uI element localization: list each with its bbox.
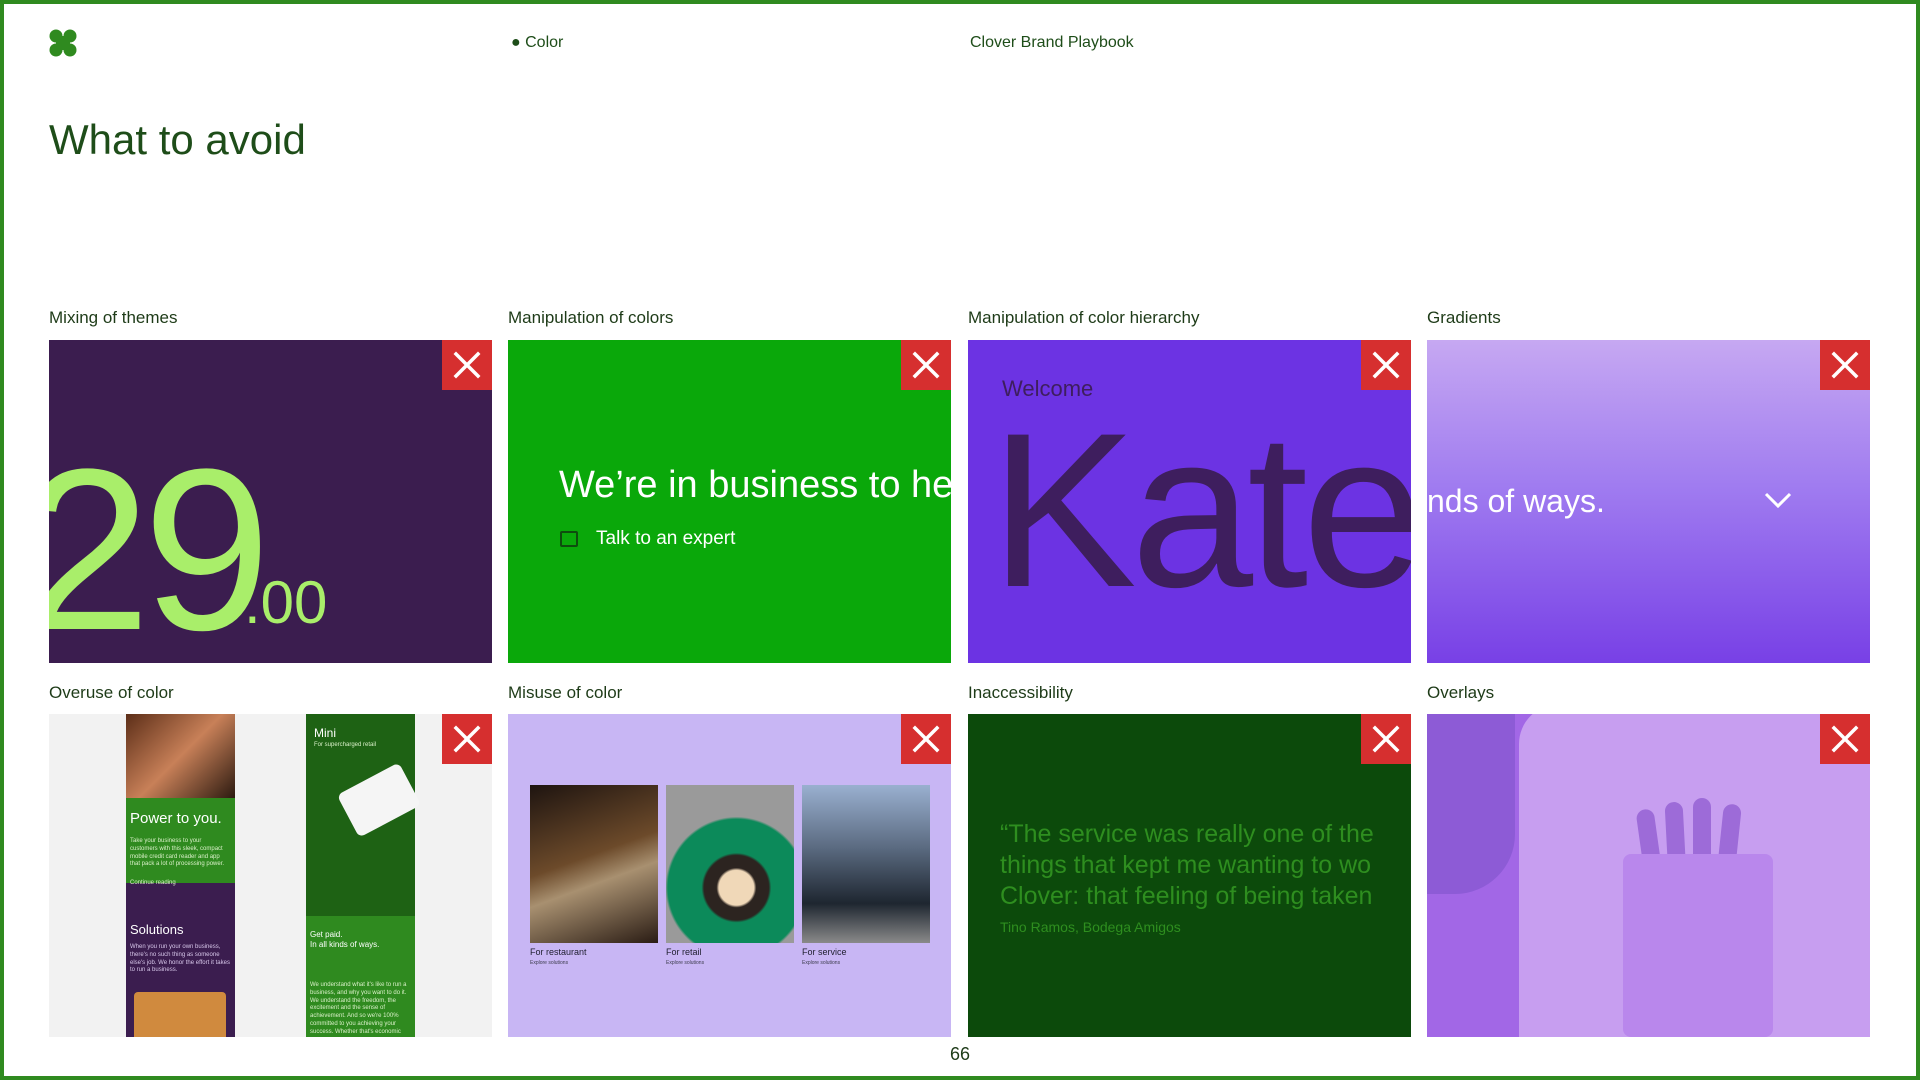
x-icon <box>1372 351 1400 379</box>
photo-caption: For retail <box>666 947 702 957</box>
price-cents: .00 <box>244 569 328 636</box>
quote-line: Clover: that feeling of being taken <box>1000 882 1373 910</box>
mockup-heading: Solutions <box>130 922 184 937</box>
page-title: What to avoid <box>49 116 306 163</box>
example-thumbnail-manipulation-of-colors: We’re in business to he Talk to an exper… <box>508 340 951 663</box>
photo-link: Explore solutions <box>802 960 841 966</box>
page-number: 66 <box>949 1044 971 1064</box>
x-icon <box>453 351 481 379</box>
sample-text: nds of ways. <box>1427 483 1605 519</box>
mobile-mockup-left: Power to you. Take your business to your… <box>126 714 235 1037</box>
avoid-badge <box>442 714 492 764</box>
example-thumbnail-overlays <box>1427 714 1870 1037</box>
avoid-badge <box>1361 340 1411 390</box>
avoid-badge <box>1361 714 1411 764</box>
x-icon <box>912 351 940 379</box>
sample-name: Kate <box>990 387 1411 633</box>
example-label: Overlays <box>1427 683 1495 702</box>
mockup-body: When you run your own business, there's … <box>130 944 230 974</box>
photo-caption: For service <box>802 947 847 957</box>
sample-headline: We’re in business to he <box>559 464 951 506</box>
example-thumbnail-misuse-of-color: For restaurant For retail For service Ex… <box>508 714 951 1037</box>
example-label: Manipulation of color hierarchy <box>968 308 1200 327</box>
mockup-heading: Mini <box>314 726 337 740</box>
photo-retail <box>666 785 794 943</box>
clover-logo-icon <box>49 29 77 57</box>
x-icon <box>1831 725 1859 753</box>
example-label: Overuse of color <box>49 683 174 702</box>
mockup-subheading: For supercharged retail <box>314 742 377 748</box>
sample-cta: Talk to an expert <box>596 528 736 549</box>
quote-author: Tino Ramos, Bodega Amigos <box>1000 919 1181 935</box>
mockup-link: Continue reading <box>130 880 176 886</box>
photo <box>126 714 235 798</box>
chevron-down-icon <box>1764 492 1792 509</box>
photo-restaurant <box>530 785 658 943</box>
photo-shadow <box>1427 714 1515 894</box>
example-thumbnail-overuse-of-color: Power to you. Take your business to your… <box>49 714 492 1037</box>
chat-icon <box>560 531 578 547</box>
avoid-badge <box>901 340 951 390</box>
example-thumbnail-inaccessibility: “The service was really one of the thing… <box>968 714 1411 1037</box>
example-label: Mixing of themes <box>49 308 178 327</box>
example-thumbnail-mixing-of-themes: 29 .00 <box>49 340 492 663</box>
photo-caption: For restaurant <box>530 947 587 957</box>
photo-service <box>802 785 930 943</box>
x-icon <box>453 725 481 753</box>
mockup-heading: Get paid. In all kinds of ways. <box>310 930 380 950</box>
x-icon <box>1831 351 1859 379</box>
quote-line: things that kept me wanting to wo <box>1000 851 1372 879</box>
price-large-digits: 29 <box>49 421 271 664</box>
example-label: Inaccessibility <box>968 683 1073 702</box>
document-title: Clover Brand Playbook <box>970 34 1134 51</box>
apron-pocket <box>1623 854 1773 1037</box>
avoid-badge <box>1820 340 1870 390</box>
example-label: Manipulation of colors <box>508 308 674 327</box>
example-thumbnail-color-hierarchy: Welcome Kate <box>968 340 1411 663</box>
avoid-badge <box>442 340 492 390</box>
sample-quote: “The service was really one of the thing… <box>1000 819 1374 912</box>
photo-link: Explore solutions <box>666 960 705 966</box>
section-label: ● Color <box>511 34 564 51</box>
example-thumbnail-gradients: nds of ways. <box>1427 340 1870 663</box>
photo-link: Explore solutions <box>530 960 569 966</box>
avoid-badge <box>1820 714 1870 764</box>
photo <box>134 992 226 1037</box>
quote-line: “The service was really one of the <box>1000 820 1374 848</box>
example-label: Misuse of color <box>508 683 623 702</box>
mockup-body: We understand what it's like to run a bu… <box>310 982 407 1035</box>
example-label: Gradients <box>1427 308 1501 327</box>
mockup-heading: Power to you. <box>130 810 222 827</box>
mockup-body: Take your business to your customers wit… <box>130 838 225 868</box>
avoid-badge <box>901 714 951 764</box>
x-icon <box>912 725 940 753</box>
mobile-mockup-right: Mini For supercharged retail Get paid. I… <box>306 714 422 1037</box>
x-icon <box>1372 725 1400 753</box>
